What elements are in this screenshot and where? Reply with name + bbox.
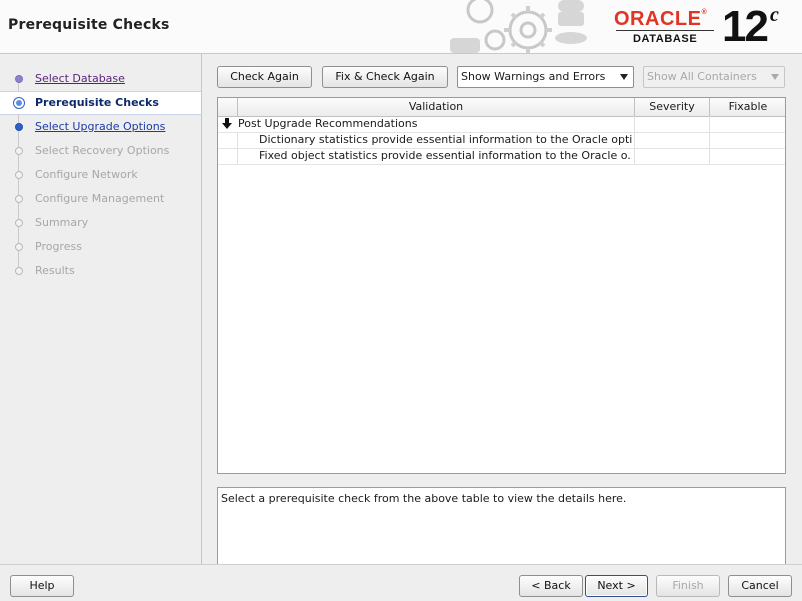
footer-divider bbox=[0, 564, 802, 565]
step-select-recovery-options: Select Recovery Options bbox=[0, 140, 201, 162]
step-label: Prerequisite Checks bbox=[35, 96, 159, 109]
severity-cell bbox=[634, 132, 709, 148]
step-current-icon bbox=[13, 97, 25, 109]
column-header-severity[interactable]: Severity bbox=[634, 98, 709, 116]
chevron-down-icon bbox=[620, 74, 628, 80]
next-button[interactable]: Next > bbox=[585, 575, 648, 597]
step-results: Results bbox=[0, 260, 201, 282]
table-group-row[interactable]: Post Upgrade Recommendations bbox=[218, 116, 785, 133]
fix-and-check-again-button[interactable]: Fix & Check Again bbox=[322, 66, 448, 88]
version-suffix: c bbox=[769, 4, 779, 26]
cancel-button[interactable]: Cancel bbox=[728, 575, 792, 597]
help-button[interactable]: Help bbox=[10, 575, 74, 597]
step-configure-management: Configure Management bbox=[0, 188, 201, 210]
fixable-cell bbox=[709, 132, 786, 148]
details-text: Select a prerequisite check from the abo… bbox=[221, 492, 627, 505]
step-label: Select Upgrade Options bbox=[35, 120, 166, 133]
table-row[interactable]: Dictionary statistics provide essential … bbox=[218, 132, 785, 149]
step-summary: Summary bbox=[0, 212, 201, 234]
containers-select-value: Show All Containers bbox=[647, 70, 757, 83]
fixable-cell bbox=[709, 148, 786, 164]
column-header-fixable[interactable]: Fixable bbox=[709, 98, 786, 116]
database-logo-text: DATABASE bbox=[633, 33, 698, 45]
gears-graphic-icon bbox=[450, 0, 587, 53]
oracle-logo: ORACLE® bbox=[614, 8, 707, 31]
expand-arrow-down-icon[interactable] bbox=[221, 118, 233, 130]
step-prerequisite-checks[interactable]: Prerequisite Checks bbox=[0, 91, 201, 115]
wizard-steps-panel: Select Database Prerequisite Checks Sele… bbox=[0, 54, 202, 565]
table-row[interactable]: Fixed object statistics provide essentia… bbox=[218, 148, 785, 165]
step-pending-icon bbox=[15, 147, 23, 155]
step-pending-icon bbox=[15, 267, 23, 275]
fixable-cell bbox=[709, 116, 786, 132]
severity-cell bbox=[634, 148, 709, 164]
step-label: Select Database bbox=[35, 72, 125, 85]
step-pending-icon bbox=[15, 171, 23, 179]
chevron-down-icon bbox=[771, 74, 779, 80]
version-logo: 12 c bbox=[722, 2, 779, 52]
step-configure-network: Configure Network bbox=[0, 164, 201, 186]
page-title: Prerequisite Checks bbox=[8, 17, 170, 33]
step-pending-icon bbox=[15, 195, 23, 203]
version-number: 12 bbox=[722, 2, 769, 51]
validation-cell: Fixed object statistics provide essentia… bbox=[259, 149, 632, 162]
step-label: Select Recovery Options bbox=[35, 144, 170, 157]
severity-cell bbox=[634, 116, 709, 132]
filter-select-value: Show Warnings and Errors bbox=[461, 70, 606, 83]
finish-button: Finish bbox=[656, 575, 720, 597]
column-header-validation[interactable]: Validation bbox=[237, 98, 634, 116]
step-label: Summary bbox=[35, 216, 89, 229]
step-pending-icon bbox=[15, 243, 23, 251]
filter-select[interactable]: Show Warnings and Errors bbox=[457, 66, 634, 88]
registered-mark: ® bbox=[701, 9, 708, 16]
step-label: Results bbox=[35, 264, 75, 277]
step-label: Configure Network bbox=[35, 168, 138, 181]
step-select-database[interactable]: Select Database bbox=[0, 68, 201, 90]
details-panel: Select a prerequisite check from the abo… bbox=[217, 487, 786, 565]
check-again-button[interactable]: Check Again bbox=[217, 66, 312, 88]
group-label: Post Upgrade Recommendations bbox=[238, 117, 418, 130]
step-complete-icon bbox=[15, 75, 23, 83]
table-header: Validation Severity Fixable bbox=[218, 98, 785, 117]
installer-header: Prerequisite Checks ORACLE® DATABASE 12 c bbox=[0, 0, 802, 54]
step-pending-icon bbox=[15, 219, 23, 227]
containers-select: Show All Containers bbox=[643, 66, 785, 88]
validation-table[interactable]: Validation Severity Fixable Post Upgrade… bbox=[217, 97, 786, 474]
logo-divider bbox=[616, 30, 714, 31]
step-progress: Progress bbox=[0, 236, 201, 258]
step-label: Configure Management bbox=[35, 192, 165, 205]
oracle-logo-text: ORACLE bbox=[614, 8, 702, 30]
validation-cell: Dictionary statistics provide essential … bbox=[259, 133, 632, 146]
back-button[interactable]: < Back bbox=[519, 575, 583, 597]
step-label: Progress bbox=[35, 240, 82, 253]
step-available-icon bbox=[15, 123, 23, 131]
step-select-upgrade-options[interactable]: Select Upgrade Options bbox=[0, 116, 201, 138]
tree-column-divider bbox=[237, 132, 238, 164]
